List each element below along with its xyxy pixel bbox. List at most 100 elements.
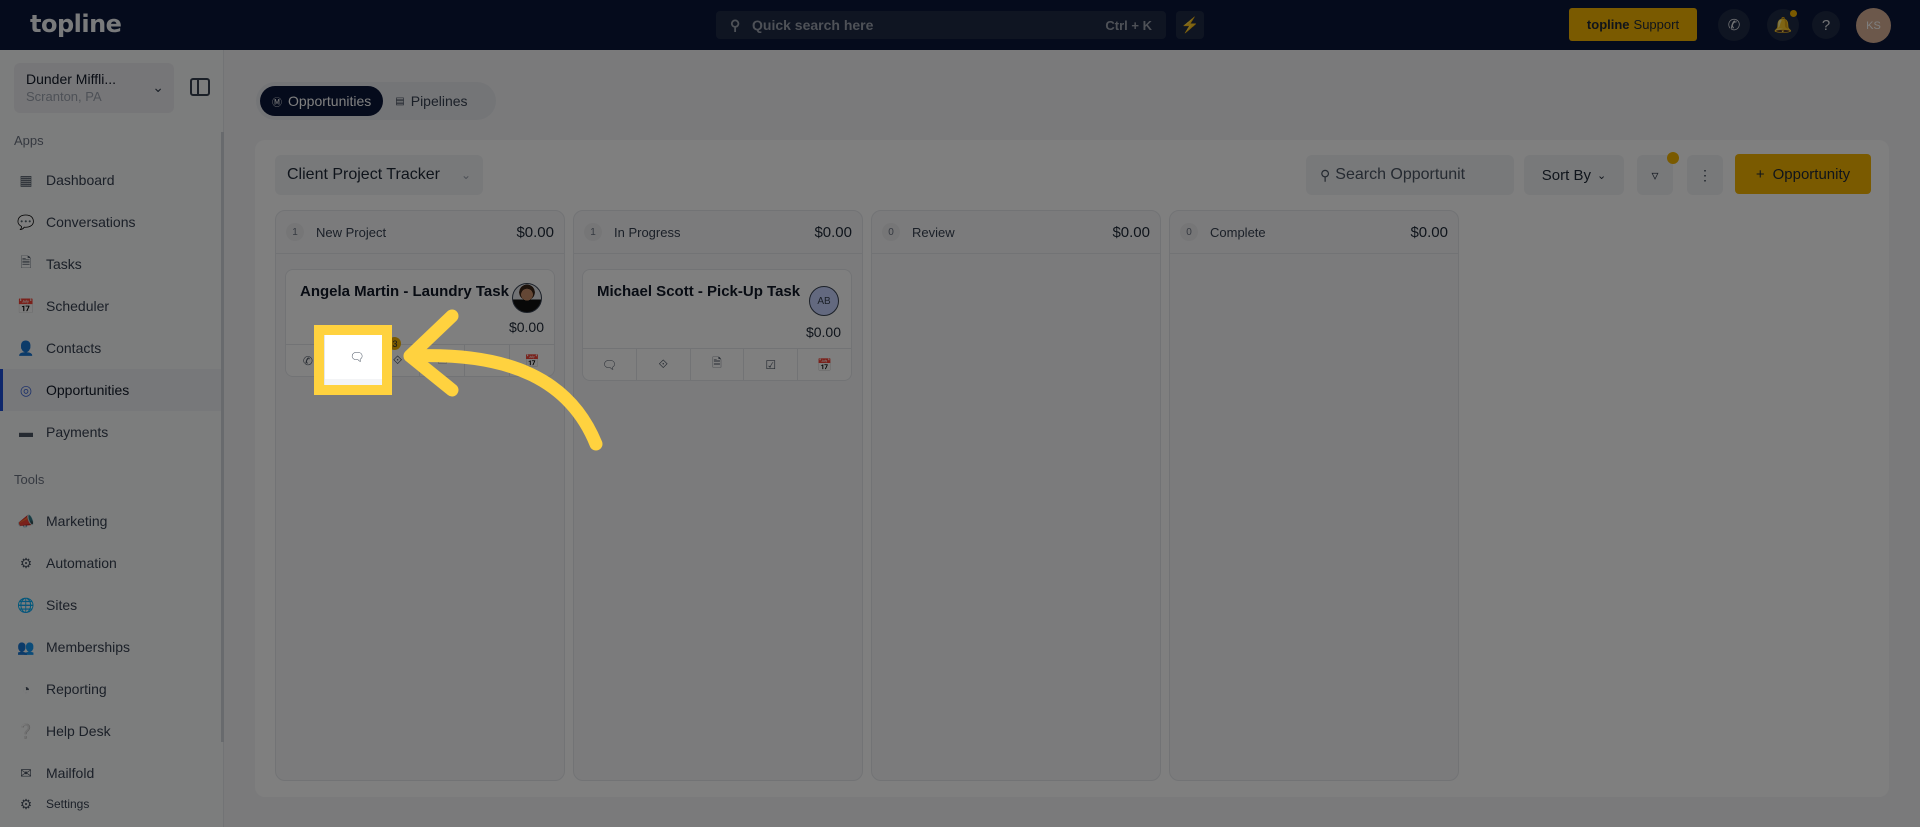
tasks-button[interactable]: ☑ [744, 349, 799, 380]
sidebar-item-memberships[interactable]: 👥 Memberships [0, 626, 222, 668]
sidebar-item-payments[interactable]: ▬ Payments [0, 411, 222, 453]
notifications-button[interactable]: 🔔 [1767, 9, 1799, 41]
pie-chart-icon: ◔ [21, 681, 31, 697]
stage-count: 0 [1180, 223, 1198, 241]
sidebar-item-label: Dashboard [46, 172, 115, 188]
sidebar-item-label: Marketing [46, 513, 108, 529]
location-city: Scranton, PA [26, 89, 102, 104]
person-icon: 👤 [17, 339, 35, 356]
opportunity-card[interactable]: Michael Scott - Pick-Up Task AB $0.00 🗨 … [582, 269, 852, 381]
quick-actions-button[interactable]: ⚡ [1176, 11, 1204, 39]
stage-count: 1 [584, 223, 602, 241]
sidebar-item-opportunities[interactable]: ◎ Opportunities [0, 369, 222, 411]
question-circle-icon: ❔ [17, 722, 35, 739]
sidebar-item-label: Payments [46, 424, 109, 440]
dollar-circle-icon: Ⓜ [272, 97, 282, 109]
pipeline-icon: ▤ [395, 95, 405, 107]
sidebar-item-label: Conversations [46, 214, 136, 230]
chevron-down-icon: ⌄ [460, 168, 471, 182]
megaphone-icon: 📣 [17, 512, 35, 529]
more-options-button[interactable]: ⋮ [1687, 155, 1723, 195]
location-switcher[interactable]: Dunder Miffli... Scranton, PA ⌄ [14, 63, 174, 113]
tab-label: Opportunities [288, 93, 372, 109]
stage-header: 0 Complete $0.00 [1170, 211, 1458, 254]
quick-search-input[interactable]: ⚲ Quick search here Ctrl + K [716, 11, 1166, 39]
opportunity-search-input[interactable]: ⚲ Search Opportunit [1306, 155, 1514, 195]
lightning-icon: ⚡ [1180, 17, 1200, 34]
card-value: $0.00 [805, 324, 841, 340]
search-shortcut-hint: Ctrl + K [1105, 17, 1152, 33]
stage-column: 1 In Progress $0.00 Michael Scott - Pick… [573, 210, 863, 781]
tags-button[interactable]: ⟐ [637, 349, 691, 380]
pipeline-select[interactable]: Client Project Tracker ⌄ [275, 155, 483, 195]
sidebar-item-tasks[interactable]: 🗎 Tasks [0, 243, 222, 285]
sidebar-item-help-desk[interactable]: ❔ Help Desk [0, 710, 222, 752]
sidebar-item-reporting[interactable]: ◔ Reporting [0, 668, 222, 710]
phone-button[interactable]: ✆ [1718, 9, 1750, 41]
sidebar-item-label: Mailfold [46, 765, 95, 781]
stage-name: In Progress [614, 224, 681, 240]
support-label: Support [1633, 17, 1680, 32]
chevron-down-icon: ⌄ [1596, 169, 1607, 182]
sidebar-item-dashboard[interactable]: ▦ Dashboard [0, 159, 222, 201]
apps-section-label: Apps [14, 133, 44, 148]
calendar-plus-icon: 📅 [817, 357, 833, 372]
stage-header: 1 New Project $0.00 [276, 211, 564, 254]
sidebar-item-marketing[interactable]: 📣 Marketing [0, 500, 222, 542]
opportunity-search-placeholder: Search Opportunit [1335, 166, 1466, 183]
sidebar-item-scheduler[interactable]: 📅 Scheduler [0, 285, 222, 327]
stage-header: 1 In Progress $0.00 [574, 211, 862, 254]
card-title: Angela Martin - Laundry Task [300, 283, 509, 300]
view-tabs: Ⓜ Opportunities ▤ Pipelines [256, 82, 496, 120]
chat-bubbles-icon: 💬 [17, 213, 35, 230]
tools-section-label: Tools [14, 472, 45, 487]
notes-button[interactable]: 🗎 [691, 349, 745, 380]
tab-pipelines[interactable]: ▤ Pipelines [383, 86, 479, 116]
contact-avatar[interactable]: AB [809, 286, 839, 316]
settings-gear-icon: ⚙ [19, 795, 33, 812]
help-button[interactable]: ? [1812, 11, 1840, 39]
mail-stack-icon: ✉ [20, 764, 32, 781]
support-button[interactable]: topline Support [1569, 8, 1697, 41]
support-brand: topline [1586, 17, 1630, 32]
user-avatar[interactable]: KS [1856, 8, 1891, 43]
stage-name: Complete [1210, 224, 1266, 240]
sidebar-item-label: Automation [46, 555, 117, 571]
stage-header: 0 Review $0.00 [872, 211, 1160, 254]
stage-total: $0.00 [1112, 223, 1150, 241]
help-icon: ? [1821, 16, 1831, 34]
location-name: Dunder Miffli... [26, 71, 116, 87]
filter-icon: ▿ [1651, 166, 1659, 183]
bell-icon: 🔔 [1773, 17, 1793, 34]
sidebar-item-settings[interactable]: ⚙ Settings [0, 788, 222, 820]
sidebar-item-label: Tasks [46, 256, 82, 272]
tab-opportunities[interactable]: Ⓜ Opportunities [260, 86, 384, 116]
sidebar-collapse-icon[interactable] [190, 78, 210, 96]
chevron-down-icon: ⌄ [152, 79, 164, 95]
stage-name: Review [912, 224, 955, 240]
sidebar-item-contacts[interactable]: 👤 Contacts [0, 327, 222, 369]
calendar-icon: 📅 [17, 297, 35, 314]
sidebar: Dunder Miffli... Scranton, PA ⌄ Apps ▦ Da… [0, 50, 224, 827]
stage-total: $0.00 [1410, 223, 1448, 241]
sidebar-item-label: Memberships [46, 639, 131, 655]
logo[interactable]: topline [30, 10, 122, 38]
add-opportunity-button[interactable]: + Opportunity [1735, 154, 1871, 194]
sidebar-scrollbar[interactable] [221, 132, 224, 742]
sidebar-item-label: Contacts [46, 340, 102, 356]
kebab-menu-icon: ⋮ [1698, 166, 1712, 183]
sort-by-button[interactable]: Sort By ⌄ [1524, 155, 1624, 195]
users-plus-icon: 👥 [17, 638, 35, 655]
add-opportunity-label: Opportunity [1772, 165, 1851, 183]
sidebar-item-label: Help Desk [46, 723, 111, 739]
sidebar-item-label: Reporting [46, 681, 107, 697]
appointment-button[interactable]: 📅 [798, 349, 851, 380]
sidebar-item-sites[interactable]: 🌐 Sites [0, 584, 222, 626]
plus-icon: + [1755, 165, 1765, 183]
stage-total: $0.00 [516, 223, 554, 241]
sidebar-item-automation[interactable]: ⚙ Automation [0, 542, 222, 584]
sidebar-item-label: Sites [46, 597, 78, 613]
phone-icon: ✆ [302, 353, 313, 368]
tab-label: Pipelines [410, 93, 468, 109]
sidebar-item-conversations[interactable]: 💬 Conversations [0, 201, 222, 243]
